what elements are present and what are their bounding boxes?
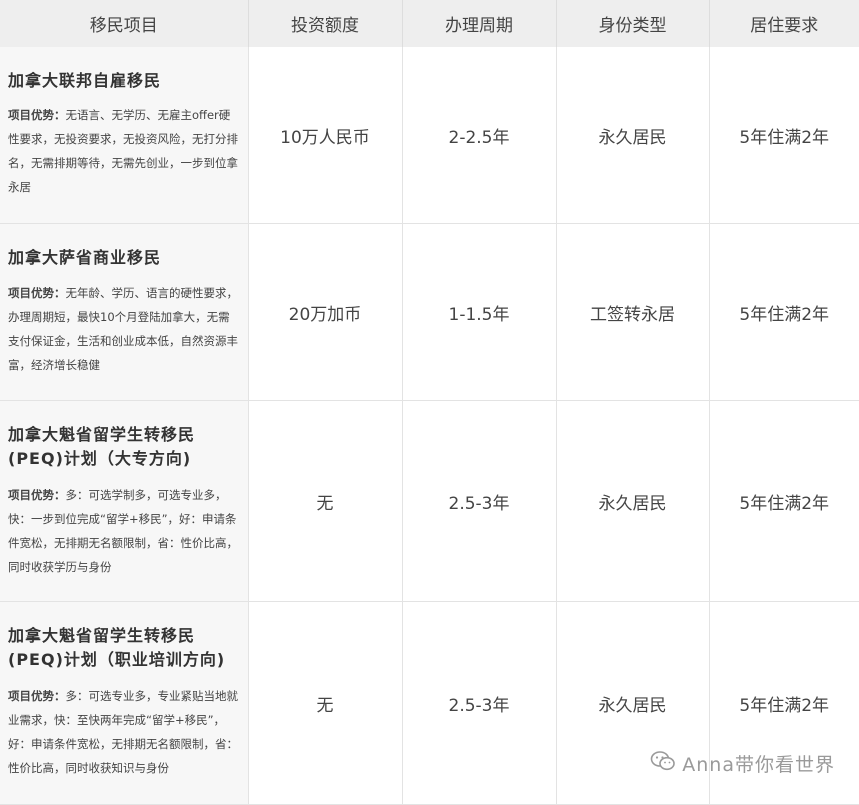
period-cell: 2-2.5年 <box>402 47 557 224</box>
project-name: 加拿大萨省商业移民 <box>8 248 162 267</box>
immigration-table: 移民项目 投资额度 办理周期 身份类型 居住要求 加拿大联邦自雇移民 项目优势：… <box>0 0 859 805</box>
project-cell: 加拿大魁省留学生转移民(PEQ)计划（职业培训方向) 项目优势：多：可选专业多，… <box>0 601 249 805</box>
wechat-icon <box>650 750 676 777</box>
project-description: 项目优势：多：可选学制多，可选专业多，快：一步到位完成“留学+移民”，好：申请条… <box>8 488 238 574</box>
advantage-label: 项目优势： <box>8 286 66 300</box>
period-cell: 1-1.5年 <box>402 223 557 401</box>
advantage-label: 项目优势： <box>8 689 66 703</box>
advantage-label: 项目优势： <box>8 108 66 122</box>
project-description: 项目优势：无语言、无学历、无雇主offer硬性要求，无投资要求，无投资风险，无打… <box>8 108 238 194</box>
header-row: 移民项目 投资额度 办理周期 身份类型 居住要求 <box>0 0 859 47</box>
residency-cell: 5年住满2年 <box>709 400 859 602</box>
header-investment: 投资额度 <box>248 0 403 47</box>
residency-cell: 5年住满2年 <box>709 223 859 401</box>
table-row: 加拿大魁省留学生转移民(PEQ)计划（大专方向) 项目优势：多：可选学制多，可选… <box>0 400 859 602</box>
header-residency: 居住要求 <box>709 0 859 47</box>
watermark: Anna带你看世界 <box>650 750 835 777</box>
project-cell: 加拿大魁省留学生转移民(PEQ)计划（大专方向) 项目优势：多：可选学制多，可选… <box>0 400 249 602</box>
watermark-text: Anna带你看世界 <box>682 754 835 776</box>
project-name: 加拿大魁省留学生转移民(PEQ)计划（大专方向) <box>8 425 196 468</box>
table-row: 加拿大联邦自雇移民 项目优势：无语言、无学历、无雇主offer硬性要求，无投资要… <box>0 47 859 224</box>
period-cell: 2.5-3年 <box>402 400 557 602</box>
project-description: 项目优势：多：可选专业多，专业紧贴当地就业需求，快：至快两年完成“留学+移民”，… <box>8 689 238 775</box>
table-row: 加拿大萨省商业移民 项目优势：无年龄、学历、语言的硬性要求，办理周期短，最快10… <box>0 223 859 401</box>
header-status: 身份类型 <box>556 0 710 47</box>
project-cell: 加拿大萨省商业移民 项目优势：无年龄、学历、语言的硬性要求，办理周期短，最快10… <box>0 223 249 401</box>
status-cell: 永久居民 <box>556 47 710 224</box>
advantage-label: 项目优势： <box>8 488 66 502</box>
header-project: 移民项目 <box>0 0 249 47</box>
investment-cell: 20万加币 <box>248 223 403 401</box>
project-description: 项目优势：无年龄、学历、语言的硬性要求，办理周期短，最快10个月登陆加拿大，无需… <box>8 286 238 372</box>
investment-cell: 无 <box>248 400 403 602</box>
period-cell: 2.5-3年 <box>402 601 557 805</box>
project-name: 加拿大联邦自雇移民 <box>8 71 162 90</box>
header-period: 办理周期 <box>402 0 557 47</box>
status-cell: 工签转永居 <box>556 223 710 401</box>
project-name: 加拿大魁省留学生转移民(PEQ)计划（职业培训方向) <box>8 626 226 669</box>
investment-cell: 10万人民币 <box>248 47 403 224</box>
status-cell: 永久居民 <box>556 400 710 602</box>
investment-cell: 无 <box>248 601 403 805</box>
residency-cell: 5年住满2年 <box>709 47 859 224</box>
project-cell: 加拿大联邦自雇移民 项目优势：无语言、无学历、无雇主offer硬性要求，无投资要… <box>0 47 249 224</box>
